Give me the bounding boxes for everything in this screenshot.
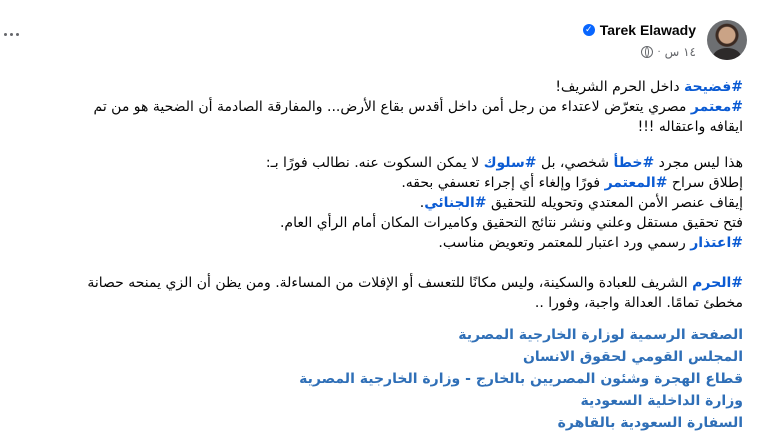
post-text: هذا ليس مجرد [654, 155, 743, 171]
post-meta: · ١٤ س [600, 43, 696, 61]
post-text: فورًا وإلغاء أي إجراء تعسفي بحقه. [401, 175, 605, 191]
post-paragraph-intro: #فضيحة داخل الحرم الشريف! #معتمر مصري يتع… [0, 77, 743, 137]
post-text-line: ايقافه واعتقاله !!! [0, 117, 743, 137]
post-text-line: إيقاف عنصر الأمن المعتدي وتحويله للتحقيق… [0, 193, 743, 213]
post-time[interactable]: ١٤ س [665, 45, 696, 59]
post-text: إيقاف عنصر الأمن المعتدي وتحويله للتحقيق [486, 195, 743, 211]
hashtag-link[interactable]: #فضيحة [684, 79, 743, 95]
more-options-icon[interactable] [4, 33, 20, 39]
post-text-line: #اعتذار رسمي ورد اعتبار للمعتمر وتعويض م… [0, 233, 743, 253]
post-paragraph-demands: هذا ليس مجرد #خطأ شخصي، بل #سلوك لا يمكن… [0, 153, 743, 253]
post-text-line: هذا ليس مجرد #خطأ شخصي، بل #سلوك لا يمكن… [0, 153, 743, 173]
post-text: لا يمكن السكوت عنه. نطالب فورًا بـ: [265, 155, 484, 171]
author-name[interactable]: Tarek Elawady [600, 22, 696, 38]
post-text-line: مخطئ تمامًا. العدالة واجبة، وفورا .. [0, 293, 743, 313]
post-text: مصري يتعرّض لاعتداء من رجل أمن داخل أقدس… [93, 99, 691, 115]
avatar[interactable] [707, 20, 747, 60]
hashtag-link[interactable]: #سلوك [484, 155, 537, 171]
mentioned-page-link[interactable]: قطاع الهجرة وشئون المصريين بالخارج - وزا… [0, 368, 743, 390]
mentioned-page-link[interactable]: الصفحة الرسمية لوزارة الخارجية المصرية [0, 324, 743, 346]
post-text: ايقافه واعتقاله !!! [637, 119, 743, 135]
post-text: شخصي، بل [536, 155, 614, 171]
post-text: إطلاق سراح [667, 175, 743, 191]
mentioned-page-link[interactable]: وزارة الداخلية السعودية [0, 390, 744, 412]
post-text: رسمي ورد اعتبار للمعتمر وتعويض مناسب. [438, 235, 691, 251]
mentioned-pages-list: الصفحة الرسمية لوزارة الخارجية المصرية ال… [0, 324, 743, 434]
hashtag-link[interactable]: #خطأ [613, 155, 654, 171]
separator-dot: · [657, 46, 661, 58]
verified-badge-icon: ✓ [582, 24, 595, 36]
post-text: داخل الحرم الشريف! [555, 79, 684, 95]
post-text-line: إطلاق سراح #المعتمر فورًا وإلغاء أي إجرا… [0, 173, 743, 193]
hashtag-link[interactable]: #المعتمر [605, 175, 668, 191]
post-text-line: #الحرم الشريف للعبادة والسكينة، وليس مكا… [0, 273, 743, 293]
post-paragraph-closing: #الحرم الشريف للعبادة والسكينة، وليس مكا… [0, 273, 743, 313]
post-text-line: #معتمر مصري يتعرّض لاعتداء من رجل أمن دا… [0, 97, 743, 117]
post-author-row: ✓ Tarek Elawady [560, 20, 696, 40]
post-text: فتح تحقيق مستقل وعلني ونشر نتائج التحقيق… [279, 215, 743, 231]
post-text: مخطئ تمامًا. العدالة واجبة، وفورا .. [534, 295, 743, 311]
post-text: الشريف للعبادة والسكينة، وليس مكانًا للت… [87, 275, 693, 291]
hashtag-link[interactable]: #الجنائي [424, 195, 486, 211]
hashtag-link[interactable]: #اعتذار [690, 235, 743, 251]
hashtag-link[interactable]: #الحرم [692, 275, 743, 291]
globe-icon [641, 46, 654, 58]
mentioned-page-link[interactable]: السفارة السعودية بالقاهرة [0, 412, 743, 434]
mentioned-page-link[interactable]: المجلس القومي لحقوق الانسان [0, 346, 743, 368]
post-text-line: فتح تحقيق مستقل وعلني ونشر نتائج التحقيق… [0, 213, 743, 233]
post-text-line: #فضيحة داخل الحرم الشريف! [0, 77, 743, 97]
hashtag-link[interactable]: #معتمر [691, 99, 743, 115]
